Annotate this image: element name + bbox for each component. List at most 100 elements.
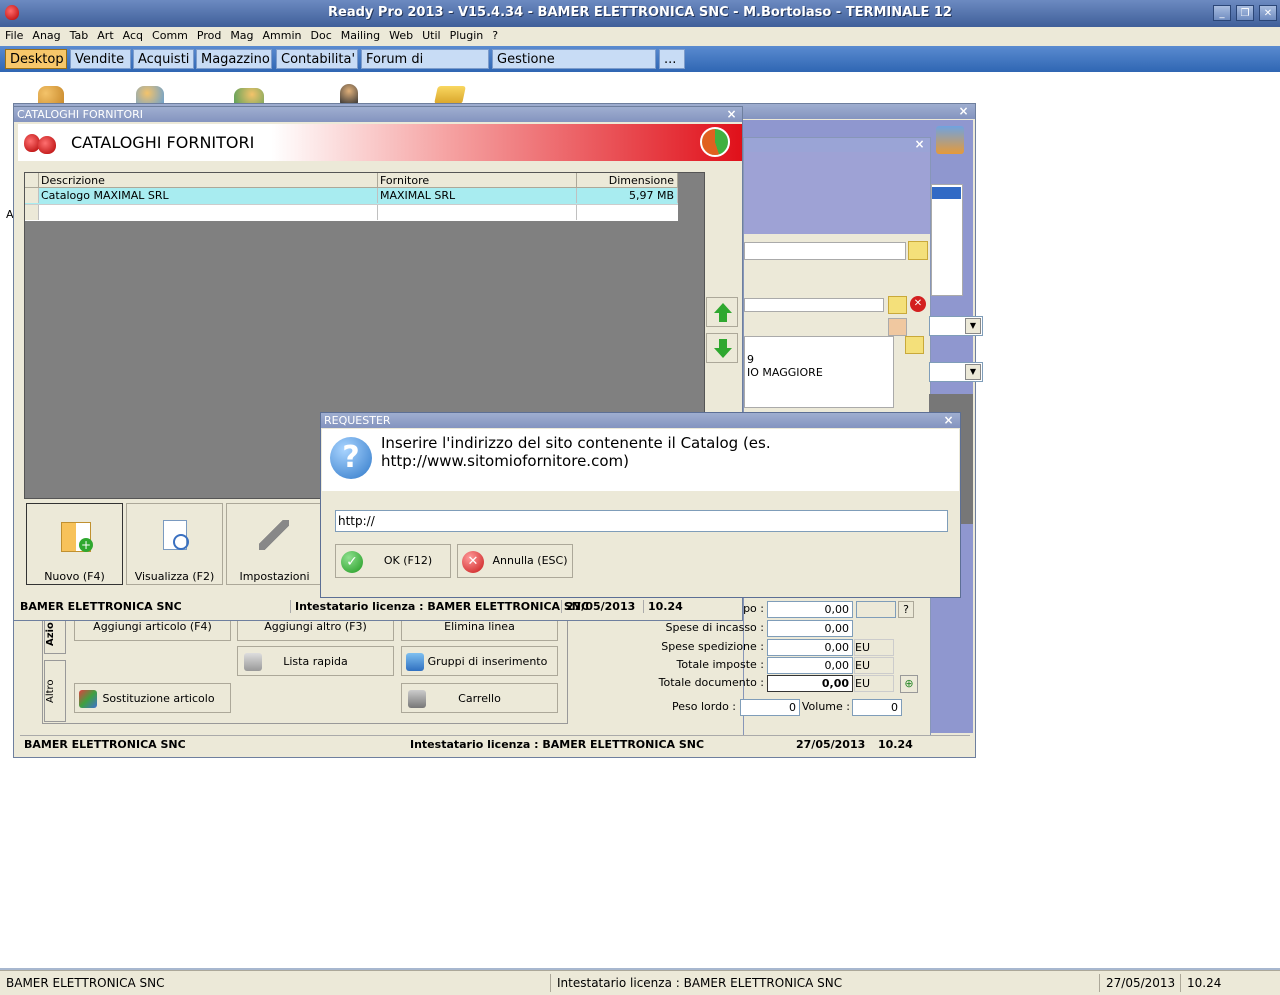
menu-file[interactable]: File bbox=[0, 27, 27, 42]
totale-documento-label: Totale documento : bbox=[658, 676, 764, 689]
menu-doc[interactable]: Doc bbox=[306, 27, 336, 42]
peso-lordo-field[interactable]: 0 bbox=[740, 699, 800, 716]
sostituzione-articolo-label: Sostituzione articolo bbox=[102, 692, 215, 705]
nuovo-label: Nuovo (F4) bbox=[44, 570, 105, 583]
menu-util[interactable]: Util bbox=[417, 27, 444, 42]
menu-acq[interactable]: Acq bbox=[118, 27, 147, 42]
move-down-button[interactable] bbox=[706, 333, 738, 363]
tab-contabilita[interactable]: Contabilita' bbox=[276, 49, 358, 69]
col-dimensione[interactable]: Dimensione bbox=[577, 173, 678, 188]
tab-altro[interactable]: Altro bbox=[44, 660, 66, 722]
totale-imposte-label: Totale imposte : bbox=[676, 658, 764, 671]
menu-prod[interactable]: Prod bbox=[192, 27, 225, 42]
cell-empty-1 bbox=[39, 205, 378, 220]
agent-icon[interactable] bbox=[340, 84, 358, 104]
tab-acquisti[interactable]: Acquisti bbox=[133, 49, 194, 69]
menu-ammin[interactable]: Ammin bbox=[258, 27, 306, 42]
menu-comm[interactable]: Comm bbox=[147, 27, 192, 42]
impostazioni-button[interactable]: Impostazioni bbox=[226, 503, 323, 585]
cataloghi-close-icon[interactable]: × bbox=[726, 108, 737, 120]
menu-mailing[interactable]: Mailing bbox=[336, 27, 384, 42]
cataloghi-titlebar: CATALOGHI FORNITORI bbox=[14, 107, 742, 122]
customers-icon[interactable] bbox=[136, 86, 164, 104]
menu-mag[interactable]: Mag bbox=[225, 27, 257, 42]
people-icon[interactable] bbox=[38, 86, 64, 104]
right-dropdown-2[interactable]: ▼ bbox=[929, 362, 983, 382]
magnifier-icon bbox=[173, 534, 189, 550]
minimize-button[interactable]: _ bbox=[1213, 5, 1231, 21]
inner-text-field[interactable] bbox=[744, 242, 906, 260]
col-fornitore[interactable]: Fornitore bbox=[378, 173, 577, 188]
open-folder-icon[interactable] bbox=[908, 241, 928, 260]
chevron-down-icon[interactable]: ▼ bbox=[965, 318, 981, 334]
impostazioni-label: Impostazioni bbox=[239, 570, 310, 583]
group-icon bbox=[406, 653, 424, 671]
folder-icon[interactable] bbox=[434, 86, 466, 104]
right-list-selection bbox=[932, 187, 961, 199]
nuovo-button[interactable]: + Nuovo (F4) bbox=[26, 503, 123, 585]
tab-vendite[interactable]: Vendite bbox=[70, 49, 131, 69]
aggiungi-articolo-label: Aggiungi articolo (F4) bbox=[93, 620, 212, 633]
spese-spedizione-field[interactable]: 0,00 bbox=[767, 639, 853, 656]
delete-icon[interactable]: ✕ bbox=[910, 296, 926, 312]
close-button[interactable]: ✕ bbox=[1259, 5, 1277, 21]
tab-forum-supporto[interactable]: Forum di supporto bbox=[361, 49, 489, 87]
carrello-button[interactable]: Carrello bbox=[401, 683, 558, 713]
cell-dimensione: 5,97 MB bbox=[577, 188, 678, 203]
move-up-button[interactable] bbox=[706, 297, 738, 327]
doc-status-license: Intestatario licenza : BAMER ELETTRONICA… bbox=[410, 738, 705, 751]
right-dropdown-1[interactable]: ▼ bbox=[929, 316, 983, 336]
status-date: 27/05/2013 bbox=[1099, 974, 1180, 992]
arrow-down-stem bbox=[719, 339, 727, 348]
cell-empty-2 bbox=[378, 205, 577, 220]
menu-web[interactable]: Web bbox=[384, 27, 417, 42]
inner-field-2[interactable] bbox=[744, 298, 884, 312]
cart-icon bbox=[408, 690, 426, 708]
right-list[interactable] bbox=[931, 184, 963, 296]
requester-close-icon[interactable]: × bbox=[943, 414, 954, 426]
annulla-button[interactable]: ✕ Annulla (ESC) bbox=[457, 544, 573, 578]
check-icon: ✓ bbox=[341, 551, 363, 573]
document-status-bar: BAMER ELETTRONICA SNC Intestatario licen… bbox=[20, 735, 970, 754]
volume-field[interactable]: 0 bbox=[852, 699, 902, 716]
tab-gestione-messaggistica[interactable]: Gestione messaggistica bbox=[492, 49, 656, 87]
inner-window-close-icon[interactable]: × bbox=[914, 138, 925, 150]
help-button[interactable]: ? bbox=[898, 601, 914, 618]
menu-plugin[interactable]: Plugin bbox=[445, 27, 488, 42]
folder-icon-3[interactable] bbox=[905, 336, 924, 354]
refresh-icon[interactable] bbox=[700, 127, 730, 157]
url-input[interactable] bbox=[335, 510, 948, 532]
tab-magazzino[interactable]: Magazzino bbox=[196, 49, 272, 69]
contacts-icon[interactable] bbox=[936, 126, 964, 154]
spese-incasso-field[interactable]: 0,00 bbox=[767, 620, 853, 637]
tab-more[interactable]: ... bbox=[659, 49, 685, 69]
sostituzione-articolo-button[interactable]: Sostituzione articolo bbox=[74, 683, 231, 713]
question-icon: ? bbox=[330, 437, 372, 479]
menu-tab[interactable]: Tab bbox=[65, 27, 93, 42]
app-title: Ready Pro 2013 - V15.4.34 - BAMER ELETTR… bbox=[328, 5, 952, 20]
col-descrizione[interactable]: Descrizione bbox=[39, 173, 378, 188]
lista-rapida-button[interactable]: Lista rapida bbox=[237, 646, 394, 676]
menu-art[interactable]: Art bbox=[92, 27, 117, 42]
gruppi-inserimento-button[interactable]: Gruppi di inserimento bbox=[401, 646, 558, 676]
table-row[interactable]: Catalogo MAXIMAL SRL MAXIMAL SRL 5,97 MB bbox=[25, 188, 678, 204]
visualizza-button[interactable]: Visualizza (F2) bbox=[126, 503, 223, 585]
menu-help[interactable]: ? bbox=[487, 27, 502, 42]
cataloghi-status-bar: BAMER ELETTRONICA SNC Intestatario licen… bbox=[18, 597, 740, 617]
ok-button[interactable]: ✓ OK (F12) bbox=[335, 544, 451, 578]
table-row-empty[interactable] bbox=[25, 204, 678, 221]
zoom-icon[interactable]: ⊕ bbox=[900, 675, 918, 693]
menu-anag[interactable]: Anag bbox=[27, 27, 64, 42]
totale-imposte-field[interactable]: 0,00 bbox=[767, 657, 853, 674]
strawberries-icon bbox=[24, 132, 58, 154]
document-window-close-icon[interactable]: × bbox=[958, 105, 969, 117]
arrow-down-icon bbox=[714, 348, 732, 358]
folder-icon-2[interactable] bbox=[888, 296, 907, 314]
suppliers-icon[interactable] bbox=[234, 88, 264, 104]
chevron-down-icon[interactable]: ▼ bbox=[965, 364, 981, 380]
restore-button[interactable]: ❐ bbox=[1236, 5, 1254, 21]
totale-documento-field[interactable]: 0,00 bbox=[767, 675, 853, 692]
contact-card-icon[interactable] bbox=[888, 318, 907, 336]
totale-field-top[interactable]: 0,00 bbox=[767, 601, 853, 618]
tab-desktop[interactable]: Desktop bbox=[5, 49, 67, 69]
